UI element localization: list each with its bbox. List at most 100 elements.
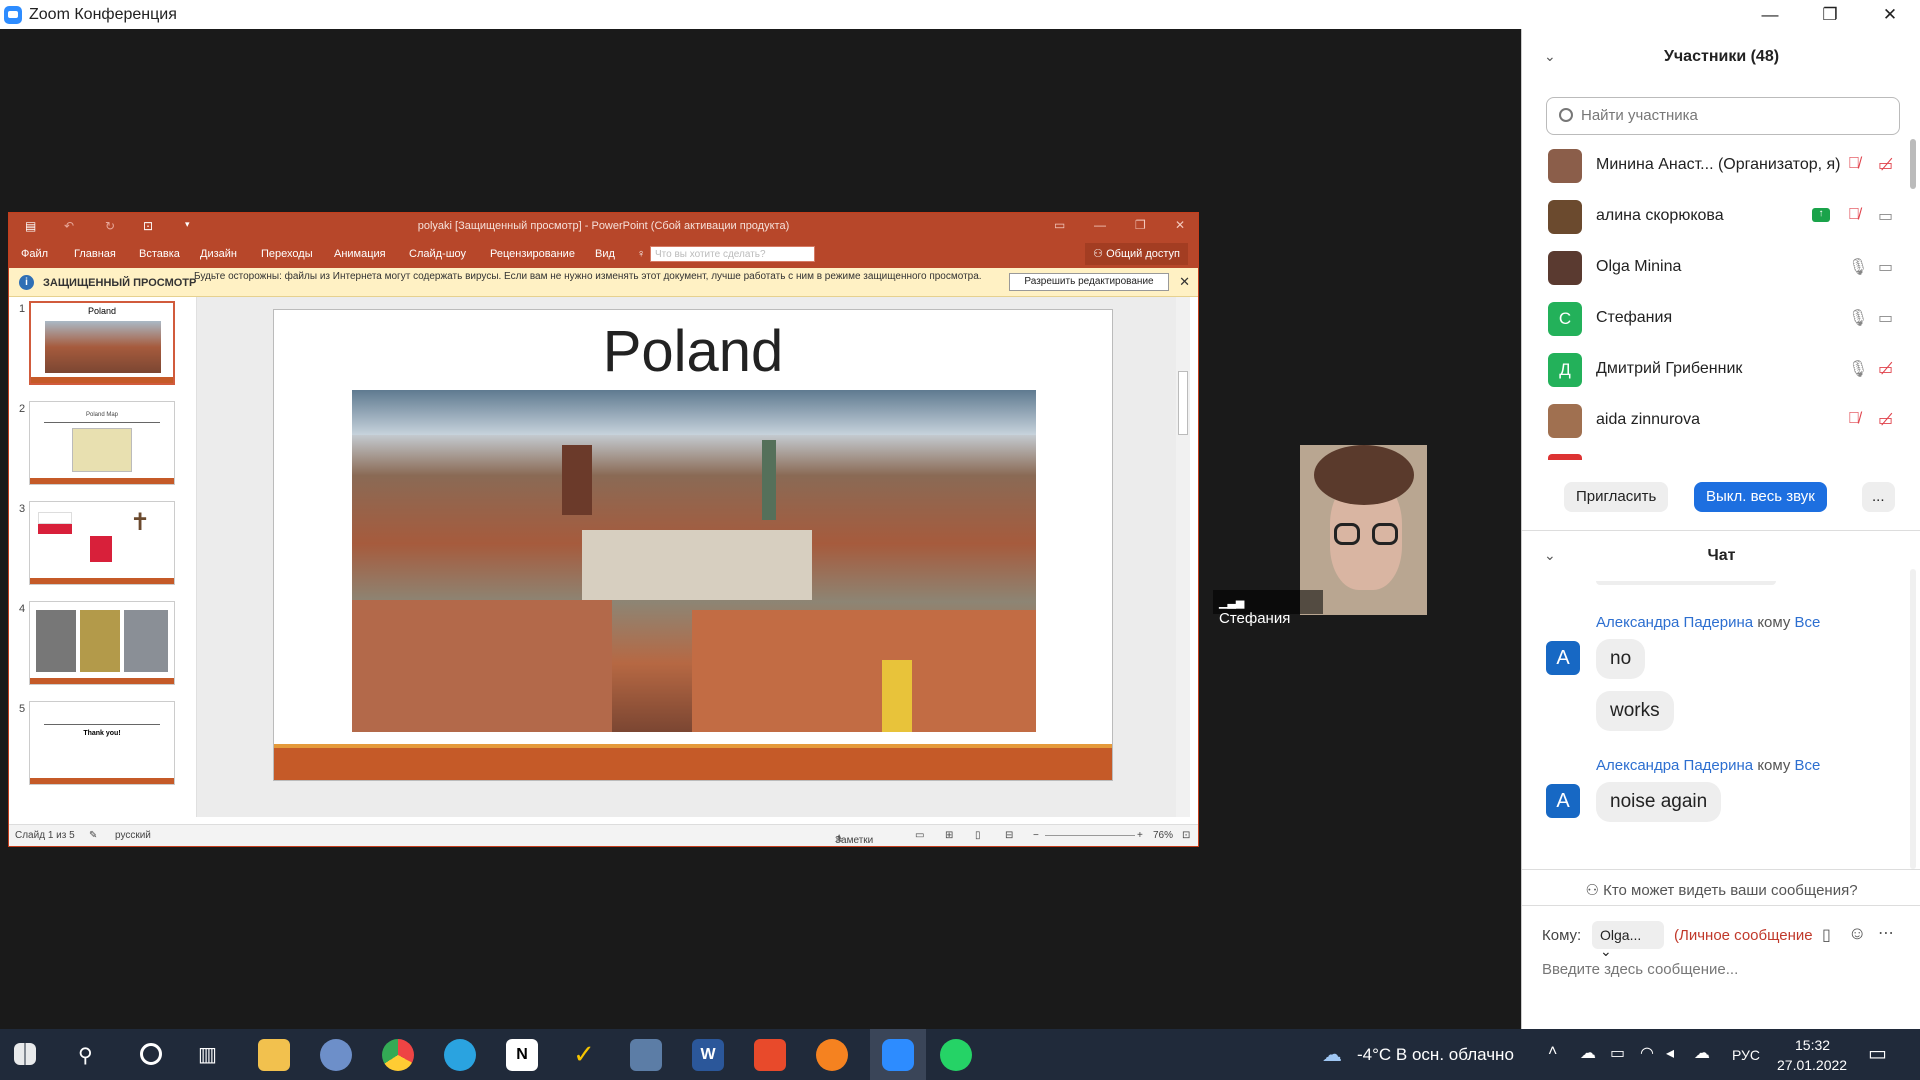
tab-insert[interactable]: Вставка <box>139 248 180 260</box>
video-off-icon[interactable]: ▭̸ <box>1878 359 1893 379</box>
weather-text[interactable]: -4°C В осн. облачно <box>1357 1045 1514 1065</box>
slide-thumb-4[interactable] <box>29 601 175 685</box>
cloud-icon[interactable]: ☁ <box>1580 1043 1596 1063</box>
mic-muted-icon[interactable]: 🎙̸ <box>1848 155 1860 173</box>
video-icon[interactable]: ▭ <box>1878 257 1893 277</box>
zoom-level[interactable]: 76% <box>1153 830 1173 841</box>
weather-icon[interactable]: ☁ <box>1322 1042 1342 1067</box>
reading-view-icon[interactable]: ▯ <box>975 830 981 841</box>
chrome-icon[interactable] <box>382 1039 414 1071</box>
participant-row[interactable]: Д Дмитрий Грибенник 🎙 ▭̸ <box>1548 345 1898 395</box>
zoom-slider[interactable] <box>1045 835 1135 836</box>
start-icon[interactable] <box>14 1043 36 1065</box>
notion-icon[interactable]: N <box>506 1039 538 1071</box>
telegram-icon[interactable] <box>444 1039 476 1071</box>
fit-window-icon[interactable]: ⊡ <box>1182 830 1190 841</box>
tab-slideshow[interactable]: Слайд-шоу <box>409 248 466 260</box>
zoom-in-icon[interactable]: + <box>1137 830 1143 841</box>
cross-icon: ✝ <box>130 509 151 536</box>
search-icon <box>1559 108 1573 122</box>
avatar <box>1548 200 1582 234</box>
ppt-close-icon[interactable]: ✕ <box>1175 218 1185 232</box>
participants-scrollbar[interactable] <box>1910 139 1916 189</box>
tasks-icon[interactable]: ✓ <box>568 1039 600 1071</box>
slide-thumb-1[interactable]: Poland <box>29 301 175 385</box>
video-icon[interactable]: ▭ <box>1878 308 1893 328</box>
participant-row[interactable]: Olga Minina 🎙 ▭ <box>1548 243 1898 293</box>
mic-icon[interactable]: 🎙 <box>1848 359 1868 379</box>
app-icon[interactable] <box>630 1039 662 1071</box>
share-button[interactable]: ⚇ Общий доступ <box>1085 243 1188 265</box>
mic-muted-icon[interactable]: 🎙̸ <box>1848 410 1860 428</box>
enable-editing-button[interactable]: Разрешить редактирование <box>1009 273 1169 291</box>
mic-muted-icon[interactable]: 🎙̸ <box>1848 206 1860 224</box>
participant-row[interactable]: С Стефания 🎙 ▭ <box>1548 294 1898 344</box>
clock-date[interactable]: 27.01.2022 <box>1777 1057 1847 1073</box>
app-icon[interactable] <box>754 1039 786 1071</box>
message-input[interactable]: Введите здесь сообщение... <box>1542 961 1902 978</box>
maximize-button[interactable]: ❐ <box>1800 0 1860 29</box>
input-language[interactable]: РУС <box>1732 1047 1760 1063</box>
tab-animations[interactable]: Анимация <box>334 248 386 260</box>
chevron-up-icon[interactable]: ˄ <box>1548 1043 1557 1061</box>
invite-button[interactable]: Пригласить <box>1564 482 1669 512</box>
slideshow-view-icon[interactable]: ⊟ <box>1005 830 1013 841</box>
chat-scrollbar[interactable] <box>1910 569 1916 869</box>
recipient-select[interactable]: Olga... ⌄ <box>1592 921 1664 959</box>
close-button[interactable]: ✕ <box>1860 0 1920 29</box>
file-explorer-icon[interactable] <box>258 1039 290 1071</box>
slide-thumb-3[interactable]: ✝ <box>29 501 175 585</box>
normal-view-icon[interactable]: ▭ <box>915 830 924 841</box>
video-off-icon[interactable]: ▭̸ <box>1878 155 1893 175</box>
participant-row[interactable]: Минина Анаст... (Организатор, я) 🎙̸ ▭̸ <box>1548 141 1898 191</box>
ppt-status-bar: Слайд 1 из 5 ✎ русский ≜ Заметки ▭ ⊞ ▯ ⊟… <box>9 824 1198 846</box>
language-label[interactable]: русский <box>115 830 151 841</box>
app-icon[interactable] <box>320 1039 352 1071</box>
participant-row[interactable]: aida zinnurova 🎙̸ ▭̸ <box>1548 396 1898 446</box>
tab-review[interactable]: Рецензирование <box>490 248 575 260</box>
participant-search-input[interactable]: Найти участника <box>1546 97 1900 135</box>
tab-view[interactable]: Вид <box>595 248 615 260</box>
tab-file[interactable]: Файл <box>21 248 48 260</box>
minimize-button[interactable]: — <box>1740 0 1800 29</box>
who-can-see-link[interactable]: ⚇ Кто может видеть ваши сообщения? <box>1522 881 1920 899</box>
emoji-icon[interactable]: ☺ <box>1848 923 1866 944</box>
search-icon[interactable]: ⚲ <box>78 1043 93 1068</box>
volume-icon[interactable]: ◂ <box>1666 1043 1674 1063</box>
tab-design[interactable]: Дизайн <box>200 248 237 260</box>
whatsapp-icon[interactable] <box>940 1039 972 1071</box>
more-button[interactable]: ... <box>1862 482 1895 512</box>
ppt-minimize-icon[interactable]: — <box>1094 218 1106 232</box>
close-icon[interactable]: ✕ <box>1179 274 1190 290</box>
ribbon-display-icon[interactable]: ▭ <box>1054 218 1065 232</box>
participant-row[interactable]: алина скорюкова ↑ 🎙̸ ▭ <box>1548 192 1898 242</box>
task-view-icon[interactable]: ▥ <box>198 1042 217 1067</box>
sorter-view-icon[interactable]: ⊞ <box>945 830 953 841</box>
zoom-out-icon[interactable]: − <box>1033 830 1039 841</box>
word-icon[interactable]: W <box>692 1039 724 1071</box>
wifi-icon[interactable]: ◠ <box>1640 1043 1654 1063</box>
cortana-icon[interactable] <box>140 1043 162 1065</box>
battery-icon[interactable]: ▭ <box>1610 1043 1625 1063</box>
spellcheck-icon[interactable]: ✎ <box>89 830 97 841</box>
slide-thumb-2[interactable]: Poland Map <box>29 401 175 485</box>
mic-icon[interactable]: 🎙 <box>1848 257 1868 277</box>
notes-label: Заметки <box>835 835 874 846</box>
ppt-tell-me-input[interactable]: Что вы хотите сделать? <box>650 246 815 262</box>
app-icon[interactable] <box>816 1039 848 1071</box>
tab-home[interactable]: Главная <box>74 248 116 260</box>
video-off-icon[interactable]: ▭̸ <box>1878 410 1893 430</box>
notification-icon[interactable]: ▭ <box>1868 1041 1887 1066</box>
clock-time[interactable]: 15:32 <box>1795 1037 1830 1053</box>
slide-thumb-5[interactable]: Thank you! <box>29 701 175 785</box>
mic-icon[interactable]: 🎙 <box>1848 308 1868 328</box>
ppt-restore-icon[interactable]: ❐ <box>1135 218 1146 232</box>
video-icon[interactable]: ▭ <box>1878 206 1893 226</box>
cloud-icon[interactable]: ☁ <box>1694 1043 1710 1063</box>
window-title: Zoom Конференция <box>29 5 177 23</box>
more-icon[interactable]: ⋯ <box>1878 923 1894 943</box>
tab-transitions[interactable]: Переходы <box>261 248 313 260</box>
mute-all-button[interactable]: Выкл. весь звук <box>1694 482 1827 512</box>
file-icon[interactable]: ▯ <box>1822 925 1831 945</box>
vertical-scrollbar[interactable] <box>1176 297 1190 817</box>
